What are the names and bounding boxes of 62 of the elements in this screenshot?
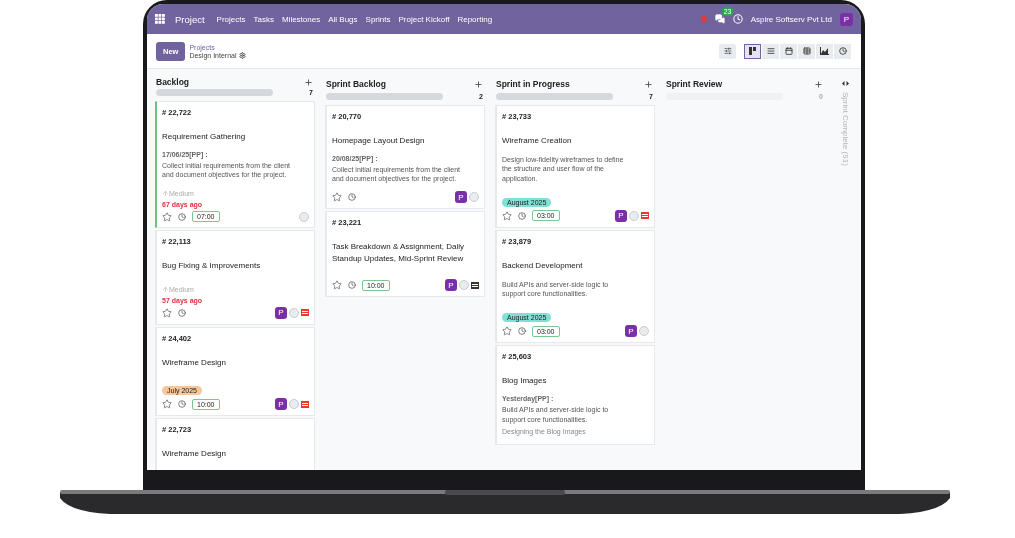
clock-icon[interactable] bbox=[178, 400, 186, 409]
clock-icon[interactable] bbox=[178, 308, 186, 317]
column-title: Sprint in Progress bbox=[496, 79, 570, 89]
task-title: Requirement Gathering bbox=[162, 131, 247, 143]
user-avatar: P bbox=[625, 325, 637, 338]
task-title: Wireframe Design bbox=[162, 356, 227, 369]
filter-toggle-button[interactable] bbox=[719, 43, 736, 59]
task-title: Wireframe Creation bbox=[502, 135, 573, 147]
calendar-icon bbox=[784, 47, 793, 55]
menu-item[interactable]: Projects bbox=[216, 14, 246, 24]
plus-icon[interactable] bbox=[814, 79, 823, 89]
menu-item[interactable]: All Bugs bbox=[328, 14, 358, 24]
user-avatar: P bbox=[275, 306, 287, 319]
area-chart-icon bbox=[820, 47, 829, 55]
sliders-icon bbox=[723, 47, 732, 55]
plus-icon[interactable] bbox=[474, 79, 483, 89]
view-switch-button[interactable] bbox=[744, 43, 761, 59]
apps-grid-icon bbox=[155, 14, 165, 24]
star-icon[interactable] bbox=[162, 211, 172, 222]
star-icon[interactable] bbox=[162, 399, 172, 410]
user-avatar: P bbox=[615, 210, 627, 222]
star-icon[interactable] bbox=[332, 192, 342, 203]
star-icon[interactable] bbox=[502, 326, 512, 337]
chat-icon[interactable] bbox=[714, 14, 725, 24]
column-title: Backlog bbox=[156, 77, 190, 87]
app-title[interactable]: Project bbox=[175, 13, 205, 25]
task-title: Blog Images bbox=[502, 375, 548, 387]
company-name[interactable]: Aspire Softserv Pvt Ltd bbox=[750, 14, 832, 24]
task-title: Bug Fixing & Improvements bbox=[162, 260, 262, 272]
clock-icon bbox=[838, 47, 847, 55]
task-title: Task Breakdown & Assignment, Daily Standup Updates, Mid-Sprint Review bbox=[332, 241, 466, 265]
column-title: Sprint Backlog bbox=[326, 79, 386, 89]
task-title: Wireframe Design bbox=[162, 448, 227, 460]
user-avatar: P bbox=[445, 279, 457, 292]
arrow-up-icon bbox=[162, 190, 169, 198]
clock-icon[interactable] bbox=[518, 212, 526, 220]
plus-icon[interactable] bbox=[644, 79, 653, 89]
column-title: Sprint Review bbox=[666, 79, 723, 89]
kanban-icon bbox=[748, 47, 757, 55]
user-avatar[interactable]: P bbox=[840, 12, 853, 26]
task-title: Backend Development bbox=[502, 260, 584, 272]
list-icon bbox=[766, 47, 775, 55]
status-dot bbox=[700, 16, 707, 22]
clock-icon[interactable] bbox=[518, 327, 526, 336]
clock-icon[interactable] bbox=[348, 281, 356, 290]
arrow-up-icon bbox=[162, 285, 169, 293]
expand-icon[interactable] bbox=[841, 81, 849, 86]
plus-icon[interactable] bbox=[304, 77, 313, 87]
clock-icon[interactable] bbox=[348, 193, 356, 202]
menu-item[interactable]: Sprints bbox=[365, 14, 391, 24]
star-icon[interactable] bbox=[332, 280, 342, 291]
user-avatar: P bbox=[275, 398, 287, 411]
menu-item[interactable]: Reporting bbox=[457, 14, 493, 24]
star-icon[interactable] bbox=[502, 211, 512, 221]
settings-icon[interactable] bbox=[238, 51, 246, 59]
task-title: Homepage Layout Design bbox=[332, 135, 426, 147]
star-icon[interactable] bbox=[162, 307, 172, 318]
user-avatar: P bbox=[455, 191, 467, 204]
clock-icon[interactable] bbox=[178, 212, 186, 221]
menu-item[interactable]: Project Kickoff bbox=[398, 14, 450, 24]
menu-item[interactable]: Tasks bbox=[253, 14, 274, 24]
menu-item[interactable]: Milestones bbox=[281, 14, 321, 24]
